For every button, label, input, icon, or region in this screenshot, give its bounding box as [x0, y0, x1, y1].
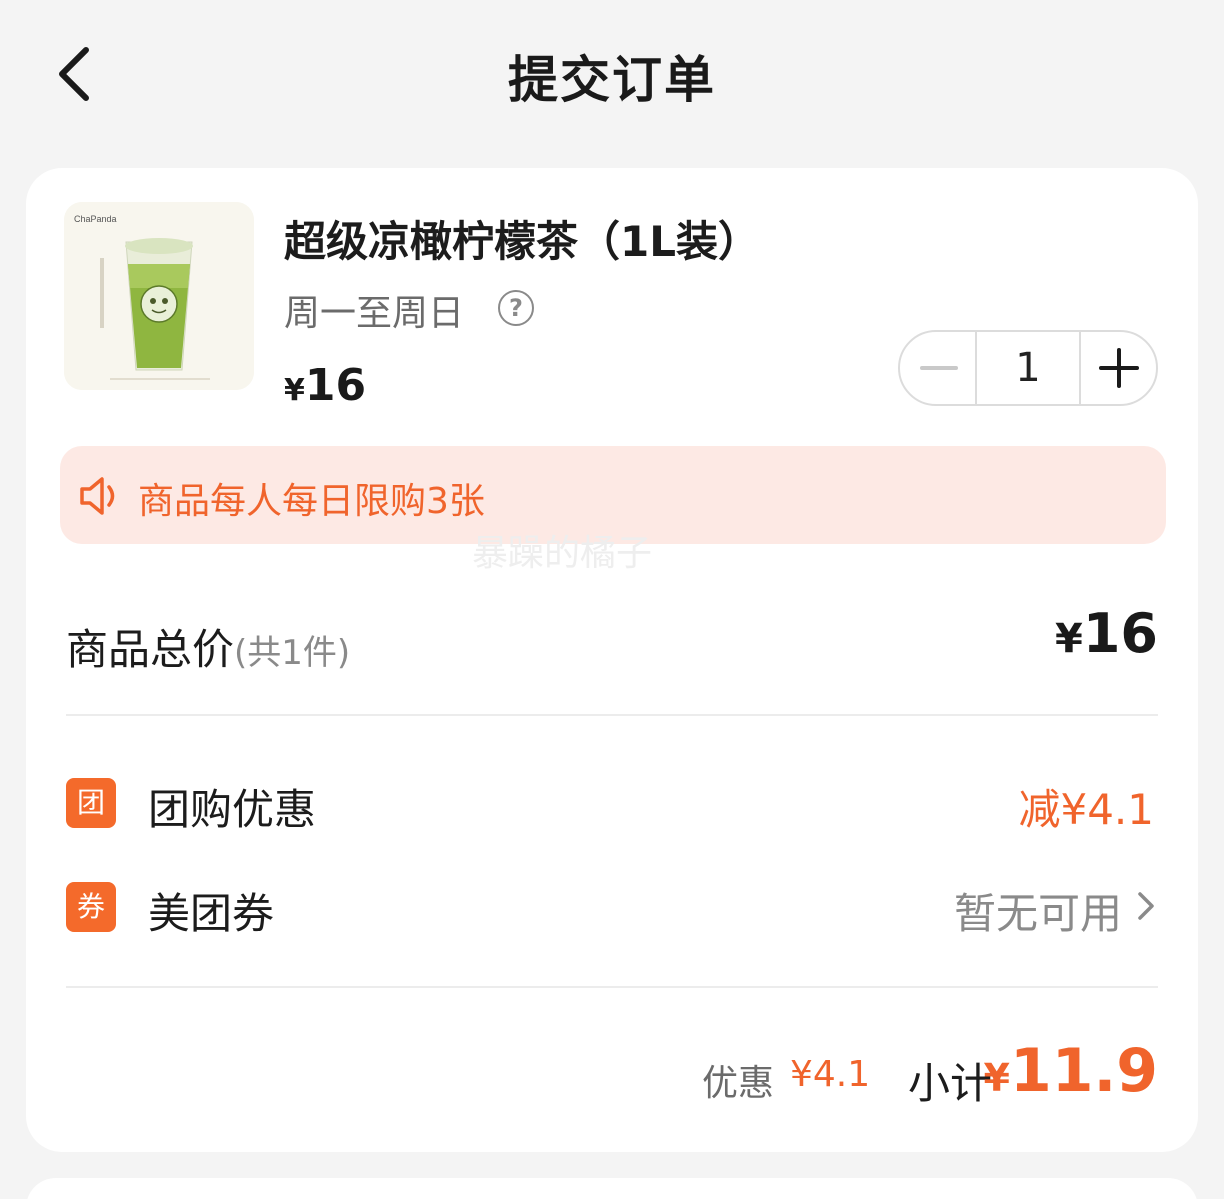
subtotal-currency: ¥	[983, 1056, 1010, 1100]
total-label-text: 商品总价	[66, 625, 235, 674]
plus-icon-vertical	[1117, 348, 1122, 388]
product-name: 超级凉橄柠檬茶（1L装）	[284, 217, 760, 266]
subtotal-label: 小计	[908, 1059, 993, 1108]
minus-icon	[920, 366, 958, 370]
total-label: 商品总价(共1件)	[66, 616, 350, 677]
header: 提交订单	[0, 0, 1224, 150]
thumb-brand-text: ChaPanda	[74, 214, 117, 224]
subtotal-discount-value: ¥4.1	[790, 1054, 871, 1095]
product-price-value: 16	[304, 360, 367, 411]
chevron-right-icon[interactable]	[1134, 886, 1158, 926]
total-count: (共1件)	[234, 633, 351, 673]
product-price-currency: ¥	[284, 373, 305, 408]
total-price-value: 16	[1082, 602, 1158, 665]
page-title: 提交订单	[508, 51, 716, 109]
quantity-value[interactable]: 1	[974, 332, 1082, 404]
group-buy-label: 团购优惠	[148, 785, 317, 834]
watermark: 暴躁的橘子	[472, 533, 653, 574]
question-circle-icon[interactable]: ?	[498, 290, 534, 326]
product-price: ¥16	[284, 360, 366, 411]
product-thumbnail[interactable]: ChaPanda	[64, 202, 254, 390]
total-price-currency: ¥	[1055, 616, 1083, 662]
coupon-value[interactable]: 暂无可用	[954, 880, 1122, 941]
quantity-stepper: 1	[898, 330, 1158, 406]
group-buy-badge: 团	[66, 778, 116, 828]
increment-button[interactable]	[1081, 332, 1156, 404]
drink-image: ChaPanda	[64, 202, 254, 390]
order-card: ChaPanda 超级凉橄柠檬茶（1L装） 周一至周日 ? ¥16 1 商品每人…	[26, 168, 1198, 1152]
notice-text: 商品每人每日限购3张	[138, 481, 485, 522]
speaker-icon	[76, 472, 124, 520]
coupon-badge: 券	[66, 882, 116, 932]
group-buy-value: 减¥4.1	[1018, 785, 1154, 834]
product-availability: 周一至周日	[284, 293, 465, 334]
subtotal-value: ¥11.9	[984, 1036, 1159, 1106]
subtotal-discount-label: 优惠	[702, 1063, 775, 1104]
decrement-button[interactable]	[900, 332, 975, 404]
divider	[66, 714, 1158, 716]
subtotal-amount: 11.9	[1009, 1036, 1158, 1106]
order-submit-page: 提交订单 ChaPanda 超级凉橄柠檬茶（1L装） 周一至周日 ? ¥16 1…	[0, 0, 1224, 1199]
coupon-label[interactable]: 美团券	[148, 880, 274, 941]
divider	[66, 986, 1158, 988]
next-card	[26, 1178, 1198, 1199]
total-price: ¥16	[1055, 602, 1158, 665]
